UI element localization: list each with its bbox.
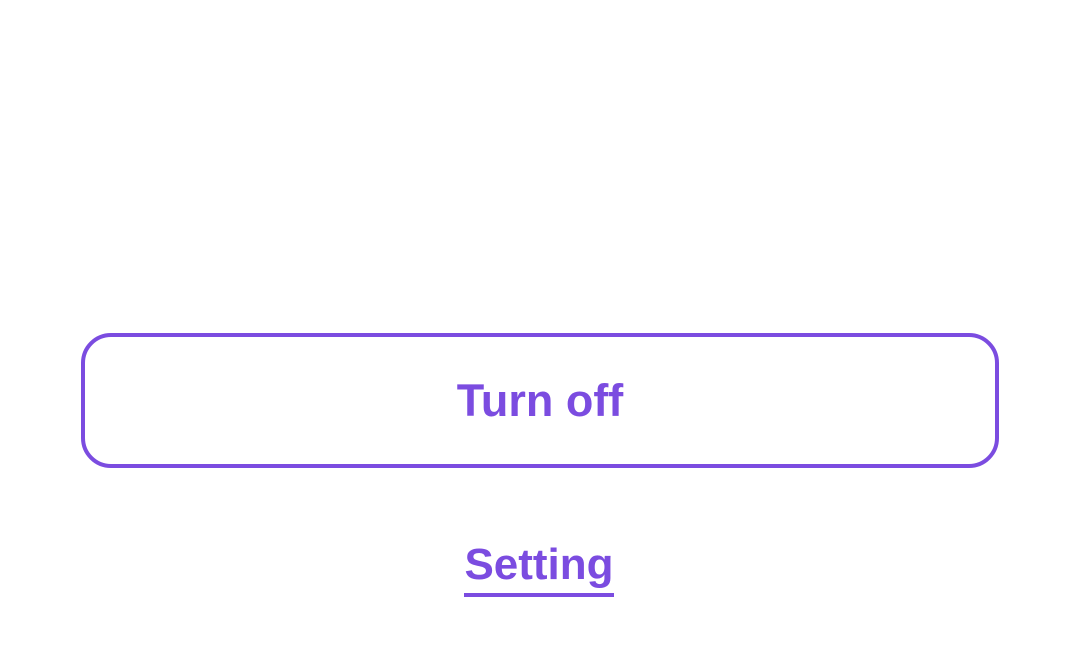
turn-off-button[interactable]: Turn off [81, 333, 999, 468]
turn-off-button-label: Turn off [456, 375, 624, 426]
setting-link-container: Setting [0, 540, 1078, 597]
screen-root: Turn off Setting [0, 0, 1078, 664]
setting-link[interactable]: Setting [464, 540, 614, 597]
